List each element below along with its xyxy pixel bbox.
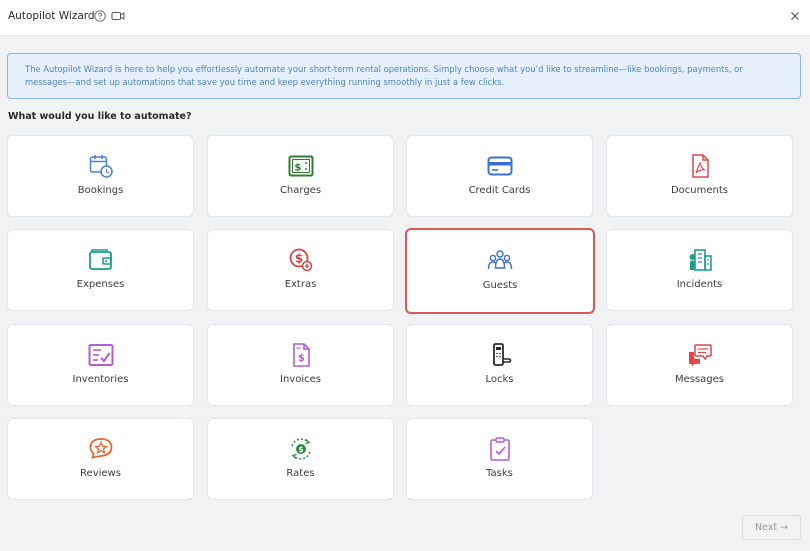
option-card-guests[interactable]: Guests [405, 228, 595, 314]
calendar-clock-icon [89, 155, 113, 178]
option-card-extras[interactable]: $ Extras [207, 229, 394, 311]
option-label: Extras [284, 279, 317, 290]
option-card-invoices[interactable]: $ Invoices [207, 324, 394, 406]
option-card-reviews[interactable]: Reviews [7, 418, 194, 500]
option-card-messages[interactable]: Messages [606, 324, 793, 406]
option-label: Credit Cards [468, 185, 531, 196]
window-title: Autopilot Wizard [8, 10, 95, 22]
invoice-dollar-icon: $ [293, 343, 310, 367]
star-badge-icon [89, 438, 113, 459]
option-card-expenses[interactable]: Expenses [7, 229, 194, 311]
info-banner: The Autopilot Wizard is here to help you… [7, 53, 801, 99]
help-icon[interactable] [94, 10, 106, 22]
option-card-charges[interactable]: $ Charges [207, 135, 394, 217]
option-label: Tasks [486, 468, 513, 479]
svg-text:$: $ [298, 445, 303, 454]
svg-text:$: $ [298, 353, 305, 364]
dollar-cycle-icon: $ [291, 438, 311, 460]
checklist-icon [88, 344, 114, 366]
option-label: Locks [485, 374, 514, 385]
option-label: Invoices [280, 374, 321, 385]
next-button[interactable]: Next → [742, 515, 801, 540]
chat-bubbles-icon [689, 344, 712, 367]
door-lock-icon [493, 343, 512, 366]
window-header: Autopilot Wizard [0, 0, 810, 36]
users-group-icon [487, 250, 513, 270]
option-label: Messages [674, 374, 725, 385]
wallet-icon [89, 249, 112, 270]
option-card-tasks[interactable]: Tasks [406, 418, 593, 500]
svg-text:$: $ [294, 163, 301, 174]
option-label: Inventories [72, 374, 129, 385]
option-label: Guests [482, 280, 518, 291]
video-camera-icon[interactable] [111, 10, 125, 22]
option-label: Reviews [80, 468, 121, 479]
clipboard-check-icon [490, 437, 510, 461]
option-label: Incidents [676, 279, 723, 290]
dollar-bill-icon: $ [288, 155, 314, 177]
option-label: Expenses [76, 279, 125, 290]
svg-text:$: $ [295, 252, 303, 266]
option-card-credit-cards[interactable]: Credit Cards [406, 135, 593, 217]
option-card-bookings[interactable]: Bookings [7, 135, 194, 217]
pdf-document-icon [692, 154, 709, 178]
option-card-rates[interactable]: $ Rates [207, 418, 394, 500]
section-heading: What would you like to automate? [8, 111, 192, 122]
option-card-inventories[interactable]: Inventories [7, 324, 194, 406]
option-label: Documents [670, 185, 729, 196]
option-label: Rates [286, 468, 315, 479]
option-label: Charges [279, 185, 322, 196]
option-card-locks[interactable]: Locks [406, 324, 593, 406]
close-icon[interactable] [790, 11, 800, 21]
option-card-incidents[interactable]: Incidents [606, 229, 793, 311]
credit-card-icon [487, 156, 513, 176]
option-label: Bookings [77, 185, 124, 196]
option-card-documents[interactable]: Documents [606, 135, 793, 217]
dollar-plus-icon: $ [289, 248, 313, 272]
building-icon [689, 249, 712, 271]
